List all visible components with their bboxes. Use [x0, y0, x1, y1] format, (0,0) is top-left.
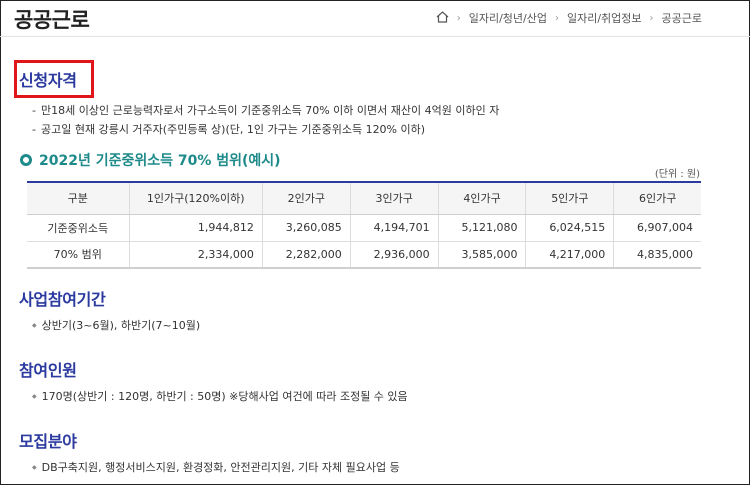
column-header: 2인가구 [261, 181, 351, 215]
column-header: 1인가구(120%이하) [128, 181, 263, 215]
table-cell: 2,282,000 [261, 241, 351, 269]
breadcrumb-separator-icon: › [456, 12, 461, 24]
table-cell: 4,217,000 [525, 241, 614, 269]
income-table: 구분 1인가구(120%이하) 2인가구 3인가구 4인가구 5인가구 6인가구… [27, 181, 701, 269]
fields-list: DB구축지원, 행정서비스지원, 환경정화, 안전관리지원, 기타 자체 필요사… [32, 458, 400, 477]
eligibility-list: 만18세 이상인 근로능력자로서 가구소득이 기준중위소득 70% 이하 이면서… [32, 101, 499, 139]
column-header: 구분 [27, 181, 129, 215]
table-cell: 6,024,515 [525, 214, 614, 242]
breadcrumb: › 일자리/청년/산업 › 일자리/취업정보 › 공공근로 [436, 10, 702, 26]
table-cell: 1,944,812 [128, 214, 263, 242]
breadcrumb-item-jobs-youth-industry[interactable]: 일자리/청년/산업 [469, 10, 547, 26]
table-cell: 2,936,000 [349, 241, 439, 269]
breadcrumb-item-current: 공공근로 [661, 12, 702, 25]
column-header: 3인가구 [349, 181, 439, 215]
participants-list: 170명(상반기 : 120명, 하반기 : 50명) ※당해사업 여건에 따라… [32, 387, 408, 406]
unit-label: (단위 : 원) [654, 169, 700, 180]
table-cell: 6,907,004 [613, 214, 701, 242]
list-item: DB구축지원, 행정서비스지원, 환경정화, 안전관리지원, 기타 자체 필요사… [32, 458, 400, 477]
period-title: 사업참여기간 [19, 290, 106, 309]
period-list: 상반기(3~6월), 하반기(7~10월) [32, 316, 201, 335]
table-row: 70% 범위 2,334,000 2,282,000 2,936,000 3,5… [27, 241, 701, 269]
list-item: 170명(상반기 : 120명, 하반기 : 50명) ※당해사업 여건에 따라… [32, 387, 408, 406]
table-cell: 2,334,000 [128, 241, 263, 269]
page-title: 공공근로 [14, 8, 90, 32]
table-header-row: 구분 1인가구(120%이하) 2인가구 3인가구 4인가구 5인가구 6인가구 [27, 181, 701, 215]
list-item: 상반기(3~6월), 하반기(7~10월) [32, 316, 201, 335]
column-header: 6인가구 [613, 181, 701, 215]
ring-bullet-icon [20, 154, 32, 166]
list-item: 공고일 현재 강릉시 거주자(주민등록 상)(단, 1인 가구는 기준중위소득 … [32, 120, 499, 139]
eligibility-title: 신청자격 [19, 71, 77, 90]
row-label: 70% 범위 [27, 241, 129, 269]
table-cell: 4,194,701 [349, 214, 439, 242]
fields-title: 모집분야 [19, 432, 77, 451]
breadcrumb-separator-icon: › [649, 12, 654, 24]
header-divider [0, 36, 750, 37]
table-cell: 4,835,000 [613, 241, 701, 269]
breadcrumb-separator-icon: › [554, 12, 559, 24]
table-cell: 3,260,085 [261, 214, 351, 242]
table-row: 기준중위소득 1,944,812 3,260,085 4,194,701 5,1… [27, 214, 701, 242]
income-table-title: 2022년 기준중위소득 70% 범위(예시) [20, 150, 281, 170]
participants-title: 참여인원 [19, 361, 77, 380]
home-icon[interactable] [436, 10, 449, 26]
row-label: 기준중위소득 [27, 214, 129, 242]
list-item: 만18세 이상인 근로능력자로서 가구소득이 기준중위소득 70% 이하 이면서… [32, 101, 499, 120]
column-header: 4인가구 [437, 181, 526, 215]
column-header: 5인가구 [525, 181, 614, 215]
income-table-title-text: 2022년 기준중위소득 70% 범위(예시) [39, 153, 281, 169]
table-cell: 3,585,000 [437, 241, 526, 269]
breadcrumb-item-job-info[interactable]: 일자리/취업정보 [567, 10, 642, 26]
table-cell: 5,121,080 [437, 214, 526, 242]
